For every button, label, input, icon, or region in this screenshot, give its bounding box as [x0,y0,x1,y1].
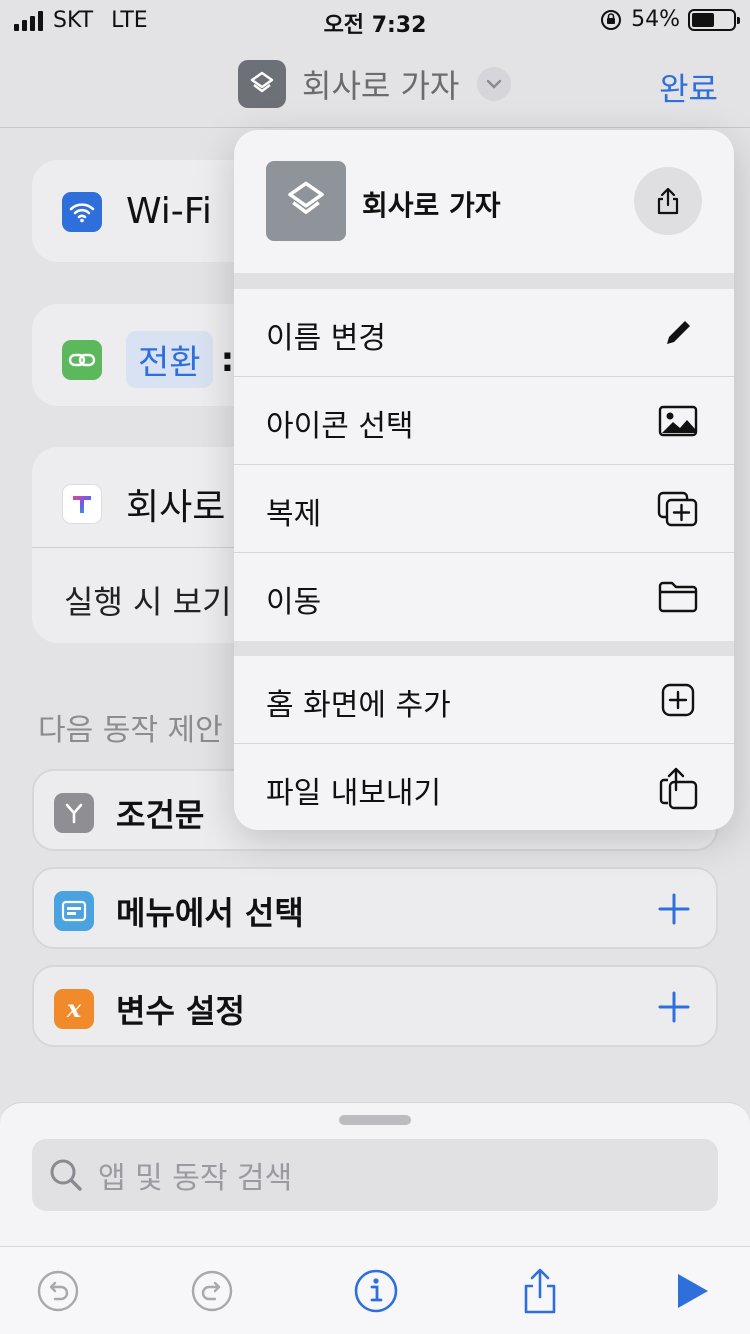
actions-sheet: 앱 및 동작 검색 [0,1102,750,1246]
show-when-run-label: 실행 시 보기 [64,583,232,621]
status-bar: SKT LTE 오전 7:32 54% [0,0,750,40]
share-toolbar-button[interactable] [516,1267,564,1315]
info-button[interactable] [352,1267,400,1315]
add-icon[interactable] [654,889,694,929]
folder-icon [656,575,700,619]
wifi-icon [62,191,102,232]
info-icon [354,1269,398,1313]
undo-button[interactable] [34,1267,82,1315]
wifi-action-label: Wi-Fi [126,191,212,232]
menu-item-export-file[interactable]: 파일 내보내기 [234,744,734,830]
suggestion-label: 조건문 [116,796,205,834]
run-button[interactable] [668,1267,716,1315]
menu-list-icon [54,891,94,931]
search-placeholder: 앱 및 동작 검색 [98,1161,293,1196]
shortcut-layers-icon [238,60,286,108]
search-icon [50,1159,82,1191]
nav-bar: 회사로 가자 완료 [0,40,750,128]
battery-icon [688,8,740,31]
pencil-icon [656,311,700,355]
suggestion-choose-from-menu[interactable]: 메뉴에서 선택 [32,867,718,949]
photo-icon [656,399,700,443]
menu-item-label: 파일 내보내기 [266,776,442,811]
sheet-grabber[interactable] [339,1115,411,1125]
menu-item-label: 복제 [266,497,322,532]
status-right: 54% [599,7,740,32]
run-shortcut-label: 회사로 [126,487,226,528]
export-icon [656,766,700,810]
add-square-icon [656,678,700,722]
play-icon [678,1274,708,1308]
shortcut-layers-icon [266,161,346,241]
menu-separator [234,641,734,656]
menu-item-add-to-home[interactable]: 홈 화면에 추가 [234,656,734,744]
shortcut-context-menu: 회사로 가자 이름 변경 아이콘 선택 복제 이동 홈 화면에 추가 파일 내보… [234,130,734,830]
menu-shortcut-name: 회사로 가자 [362,189,501,222]
redo-icon [191,1270,233,1312]
undo-icon [37,1270,79,1312]
menu-item-choose-icon[interactable]: 아이콘 선택 [234,377,734,465]
menu-header: 회사로 가자 [234,130,734,273]
suggestion-set-variable[interactable]: x 변수 설정 [32,965,718,1047]
link-icon [62,339,102,380]
menu-item-label: 아이콘 선택 [266,409,414,444]
bottom-toolbar [0,1246,750,1334]
share-icon [657,187,679,215]
menu-item-label: 이름 변경 [266,321,386,356]
page-title: 회사로 가자 [302,67,460,105]
add-icon[interactable] [654,987,694,1027]
suggestion-label: 변수 설정 [116,992,245,1030]
share-icon [524,1268,556,1314]
suggestions-title: 다음 동작 제안 [38,713,223,748]
variable-icon: x [54,989,94,1029]
duplicate-icon [656,487,700,531]
menu-item-label: 홈 화면에 추가 [266,688,451,723]
switch-parameter-chip[interactable]: 전환 [126,331,213,388]
menu-item-duplicate[interactable]: 복제 [234,465,734,553]
menu-item-label: 이동 [266,585,322,620]
shortcut-title-button[interactable]: 회사로 가자 [238,60,512,108]
condition-icon [54,793,94,833]
share-button[interactable] [634,167,702,235]
menu-item-move[interactable]: 이동 [234,553,734,641]
redo-button[interactable] [188,1267,236,1315]
rotation-lock-icon [601,9,622,30]
done-button[interactable]: 완료 [659,64,718,110]
menu-separator [234,273,734,289]
chevron-down-icon [477,67,512,101]
search-input[interactable]: 앱 및 동작 검색 [32,1139,718,1211]
suggestion-label: 메뉴에서 선택 [116,894,304,932]
switch-suffix: : [220,339,235,380]
shortcuts-app-icon [62,484,102,524]
menu-item-rename[interactable]: 이름 변경 [234,289,734,377]
battery-percent: 54% [631,7,680,32]
